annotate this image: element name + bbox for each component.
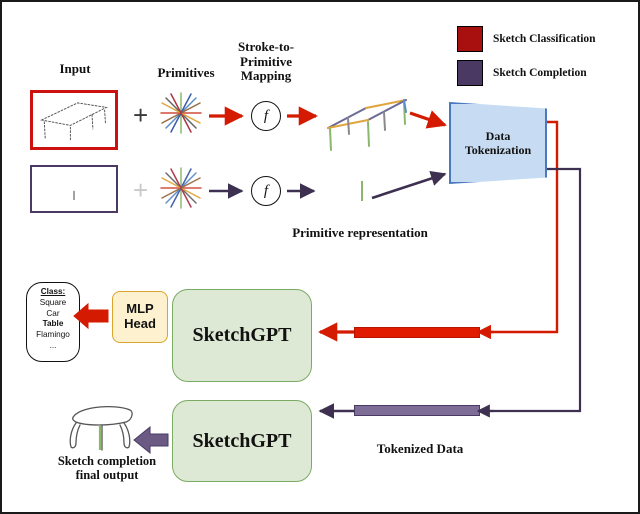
legend-label-completion: Sketch Completion	[493, 67, 587, 79]
purple-swatch-icon	[457, 60, 483, 86]
primitives-starburst-bottom	[158, 165, 204, 216]
connector-tokenization-to-completion-tokens	[476, 167, 582, 418]
legend-item-completion: Sketch Completion	[457, 60, 632, 86]
input-sketch-full	[30, 90, 118, 150]
token-bar-completion	[354, 405, 480, 416]
class-item-flamingo: Flamingo	[36, 330, 70, 340]
completed-table-sketch-icon	[69, 405, 133, 451]
label-stroke-to-primitive-mapping: Stroke-to- Primitive Mapping	[237, 39, 295, 84]
legend-item-classification: Sketch Classification	[457, 26, 632, 52]
label-sketch-completion-output: Sketch completion final output	[57, 454, 157, 482]
function-circle-top: f	[251, 101, 281, 131]
primitive-partial-representation	[318, 165, 414, 220]
primitives-starburst-top	[158, 90, 204, 141]
label-primitives: Primitives	[157, 65, 215, 80]
function-circle-bottom: f	[251, 176, 281, 206]
class-item-square: Square	[39, 297, 67, 307]
mlp-head-node: MLP Head	[112, 291, 168, 343]
starburst-icon	[160, 92, 202, 134]
starburst-icon	[160, 167, 202, 209]
label-tokenized-data: Tokenized Data	[376, 441, 464, 456]
label-primitive-representation: Primitive representation	[292, 225, 428, 240]
tokenization-trapezoid: Data Tokenization	[449, 102, 547, 184]
input-sketch-partial	[30, 165, 118, 213]
label-input: Input	[59, 61, 91, 76]
colored-partial-sketch-icon	[361, 181, 363, 201]
figure-canvas: Sketch Classification Sketch Completion …	[0, 0, 640, 514]
token-bar-classification	[354, 327, 480, 338]
data-tokenization-node: Data Tokenization	[449, 102, 547, 184]
plus-icon-top: +	[133, 100, 149, 130]
tokenization-label: Data Tokenization	[464, 128, 532, 157]
class-item-table: Table	[42, 319, 64, 329]
colored-table-sketch-icon	[327, 99, 407, 151]
plus-icon-bottom: +	[133, 175, 149, 205]
output-table-sketch	[60, 400, 146, 457]
class-item-ellipsis: ...	[49, 341, 57, 351]
sketchgpt-completion-node: SketchGPT	[172, 400, 312, 482]
primitive-table-representation	[318, 90, 414, 165]
class-heading: Class:	[40, 287, 66, 296]
class-item-car: Car	[46, 308, 60, 318]
table-sketch-icon	[40, 102, 109, 143]
legend: Sketch Classification Sketch Completion	[457, 26, 632, 94]
sketchgpt-classification-node: SketchGPT	[172, 289, 312, 382]
red-swatch-icon	[457, 26, 483, 52]
partial-sketch-icon	[73, 190, 75, 200]
class-output-bubble: Class: Square Car Table Flamingo ...	[26, 282, 80, 362]
arrow-primitive-rep-to-tokenization-red	[409, 110, 447, 129]
legend-label-classification: Sketch Classification	[493, 33, 596, 45]
